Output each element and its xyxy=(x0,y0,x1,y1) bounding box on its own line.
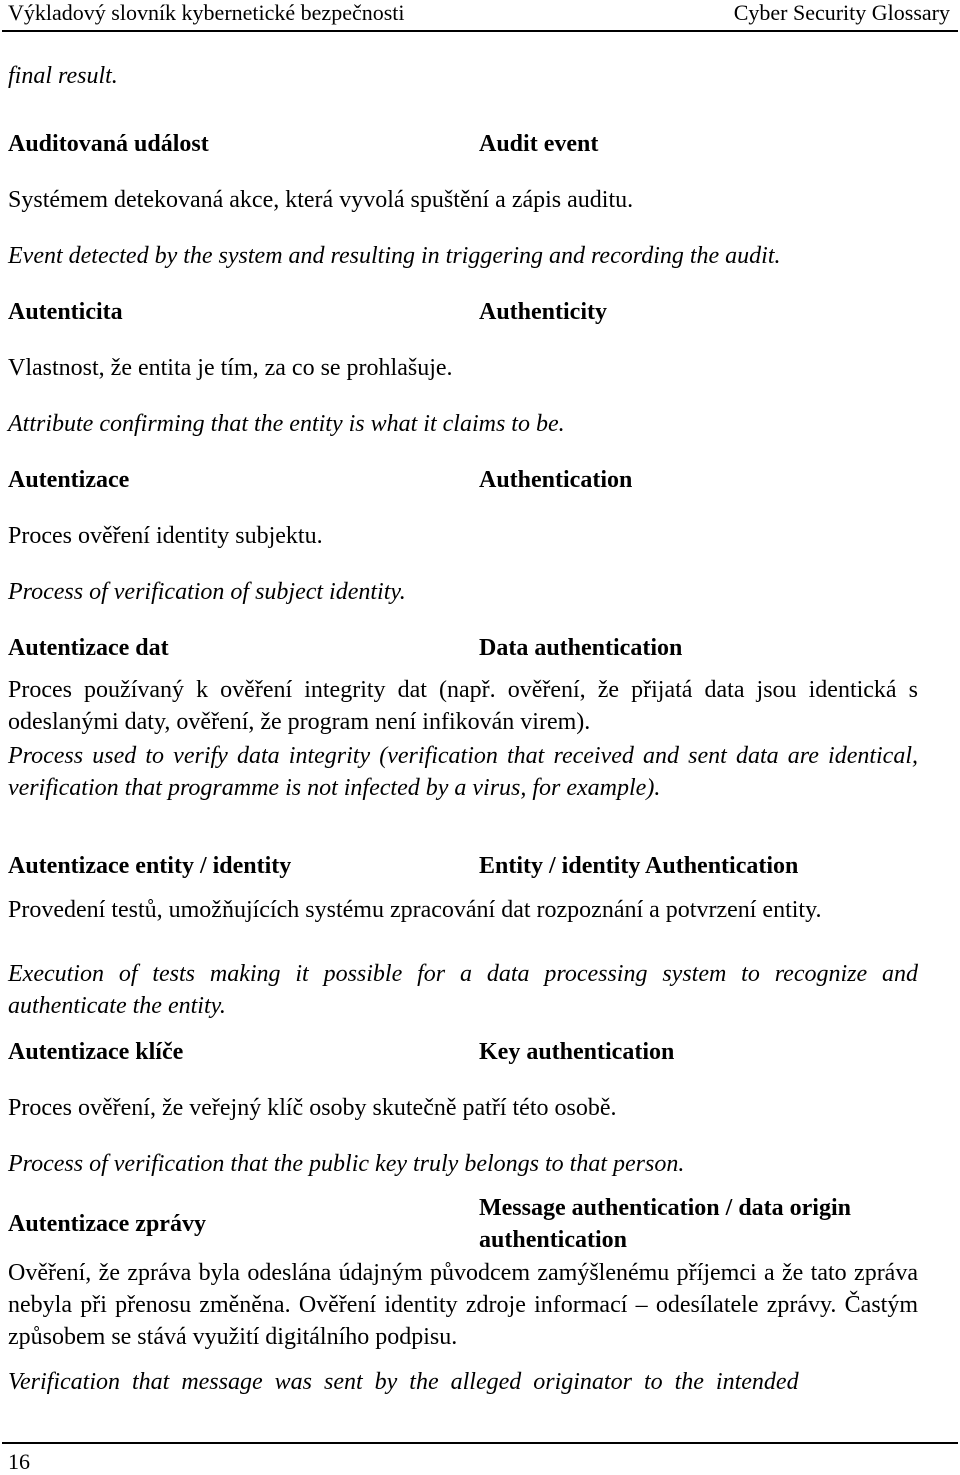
term-en: Key authentication xyxy=(479,1039,675,1065)
term-en: Authentication xyxy=(479,467,633,493)
term-en: Data authentication xyxy=(479,635,683,661)
definition-cz: Proces ověření identity subjektu. xyxy=(8,523,323,549)
definition-en: Process of verification of subject ident… xyxy=(8,579,406,605)
term-en-line2: authentication xyxy=(479,1227,628,1253)
definition-cz: Proces ověření, že veřejný klíč osoby sk… xyxy=(8,1095,617,1121)
term-en: Audit event xyxy=(479,131,599,157)
definition-en: Execution of tests making it possible fo… xyxy=(8,961,918,1019)
term-en-line1: Message authentication / data origin xyxy=(479,1195,851,1221)
definition-en: Attribute confirming that the entity is … xyxy=(8,411,565,437)
term-cz: Autentizace dat xyxy=(8,635,169,661)
definition-en: Process used to verify data integrity (v… xyxy=(8,743,918,801)
running-header-right: Cyber Security Glossary xyxy=(733,0,950,25)
term-cz: Autentizace klíče xyxy=(8,1039,184,1065)
term-cz: Autentizace xyxy=(8,467,130,493)
definition-en: Event detected by the system and resulti… xyxy=(8,243,781,269)
running-header-left: Výkladový slovník kybernetické bezpečnos… xyxy=(8,0,405,25)
definition-en: Verification that message was sent by th… xyxy=(8,1369,799,1395)
footer-rule xyxy=(2,1442,958,1444)
term-cz: Autentizace zprávy xyxy=(8,1211,206,1237)
term-en: Authenticity xyxy=(479,299,607,325)
definition-cz: Provedení testů, umožňujících systému zp… xyxy=(8,897,822,923)
header-rule xyxy=(2,30,958,32)
continuation-text: final result. xyxy=(8,63,118,89)
term-en: Entity / identity Authentication xyxy=(479,853,799,879)
definition-cz: Systémem detekovaná akce, která vyvolá s… xyxy=(8,187,634,213)
definition-cz: Vlastnost, že entita je tím, za co se pr… xyxy=(8,355,453,381)
term-cz: Autenticita xyxy=(8,299,123,325)
definition-en: Process of verification that the public … xyxy=(8,1151,685,1177)
definition-cz: Ověření, že zpráva byla odeslána údajným… xyxy=(8,1260,918,1350)
term-cz: Auditovaná událost xyxy=(8,131,209,157)
term-cz: Autentizace entity / identity xyxy=(8,853,292,879)
definition-cz: Proces používaný k ověření integrity dat… xyxy=(8,677,918,735)
page-number: 16 xyxy=(8,1449,30,1474)
